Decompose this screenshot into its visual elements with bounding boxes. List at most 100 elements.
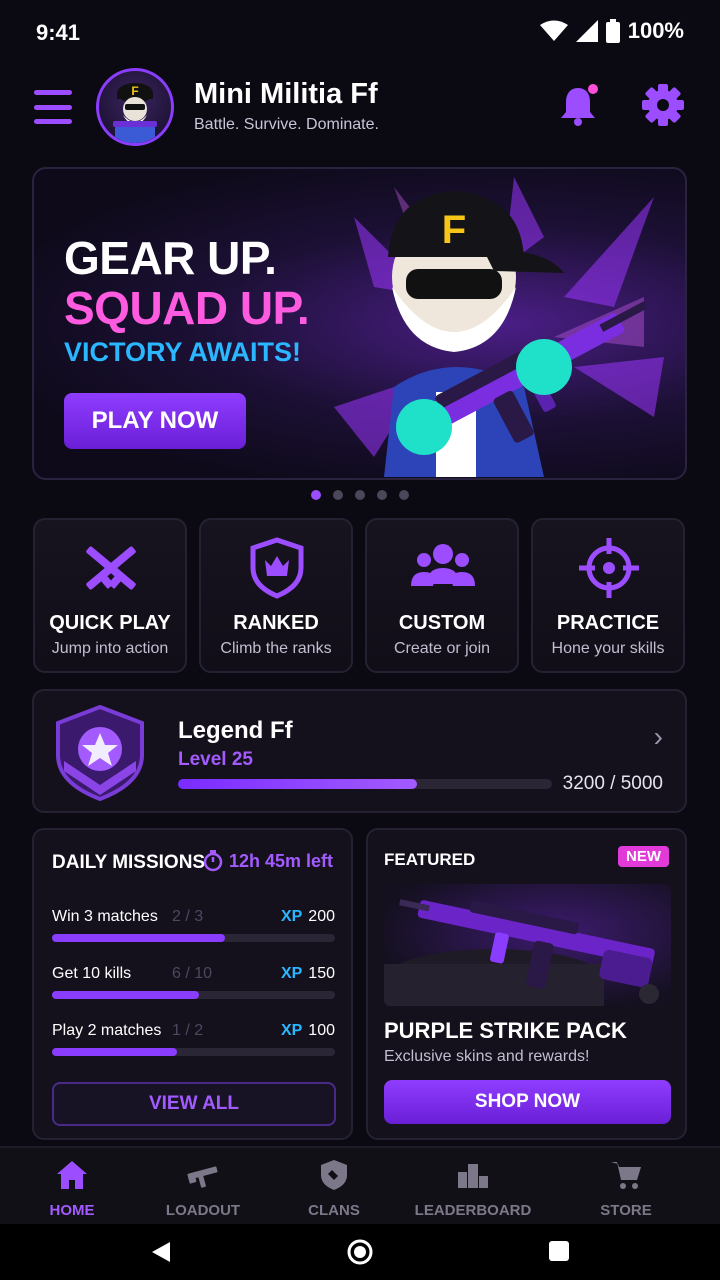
battery-level: 100%	[627, 18, 684, 43]
xp-value: 200	[308, 908, 335, 925]
status-indicators: 100%	[539, 18, 684, 44]
back-icon[interactable]	[150, 1240, 172, 1264]
svg-text:F: F	[442, 208, 466, 252]
mode-quick-play[interactable]: QUICK PLAY Jump into action	[33, 518, 187, 673]
xp-value: 100	[308, 1022, 335, 1039]
mode-title: QUICK PLAY	[49, 612, 171, 634]
rank-badge-icon	[56, 705, 144, 801]
mission-progress-fill	[52, 1048, 177, 1056]
hero-character-art: F	[334, 177, 664, 477]
home-button-icon[interactable]	[346, 1238, 374, 1266]
shop-now-button[interactable]: SHOP NOW	[384, 1080, 671, 1124]
carousel-dot[interactable]	[377, 490, 387, 500]
crosshair-icon	[579, 538, 639, 598]
nav-home[interactable]: HOME	[22, 1156, 122, 1222]
xp-value: 150	[308, 965, 335, 982]
timer-icon	[203, 850, 223, 872]
mode-subtitle: Jump into action	[51, 640, 169, 657]
hero-headline-1: GEAR UP.	[64, 232, 277, 284]
mode-ranked[interactable]: RANKED Climb the ranks	[199, 518, 353, 673]
app-title: Mini Militia Ff	[194, 78, 378, 110]
crossed-rifles-icon	[86, 546, 136, 590]
missions-timer: 12h 45m left	[203, 850, 333, 872]
player-profile-card[interactable]: Legend Ff Level 25 3200 / 5000 ›	[32, 689, 687, 813]
wifi-icon	[539, 20, 568, 41]
timer-text: 12h 45m left	[228, 850, 333, 871]
nav-leaderboard[interactable]: LEADERBOARD	[412, 1156, 534, 1222]
carousel-dot[interactable]	[355, 490, 365, 500]
hero-tagline: VICTORY AWAITS!	[64, 337, 302, 367]
rifle-pack-art	[384, 899, 659, 1006]
xp-tag: XP	[280, 908, 303, 925]
play-now-button[interactable]: PLAY NOW	[64, 393, 246, 449]
mission-progress: 2 / 3	[172, 908, 204, 925]
mission-progress-bar	[52, 1048, 335, 1056]
xp-tag: XP	[280, 1022, 303, 1039]
featured-title: PURPLE STRIKE PACK	[384, 1018, 627, 1043]
avatar-character-icon: F	[113, 83, 157, 143]
mode-subtitle: Create or join	[393, 640, 491, 657]
app-subtitle: Battle. Survive. Dominate.	[194, 116, 379, 133]
nav-label: STORE	[600, 1202, 652, 1219]
clan-shield-icon	[321, 1160, 347, 1190]
mission-item: Get 10 kills 6 / 10 XP 150	[52, 965, 335, 1015]
xp-tag: XP	[280, 965, 303, 982]
mode-custom[interactable]: CUSTOM Create or join	[365, 518, 519, 673]
carousel-dot[interactable]	[399, 490, 409, 500]
nav-label: LEADERBOARD	[414, 1202, 532, 1219]
recents-icon[interactable]	[548, 1240, 570, 1262]
mode-title: RANKED	[233, 612, 319, 634]
mode-practice[interactable]: PRACTICE Hone your skills	[531, 518, 685, 673]
carousel-dot[interactable]	[311, 490, 321, 500]
featured-description: Exclusive skins and rewards!	[384, 1048, 590, 1065]
nav-loadout[interactable]: LOADOUT	[148, 1156, 258, 1222]
rifle-icon	[187, 1166, 218, 1188]
mission-reward: XP 200	[281, 908, 335, 926]
nav-clans[interactable]: CLANS	[284, 1156, 384, 1222]
svg-text:F: F	[131, 84, 138, 98]
mission-reward: XP 150	[281, 965, 335, 983]
nav-store[interactable]: STORE	[576, 1156, 676, 1222]
hero-headline-2: SQUAD UP.	[64, 282, 310, 334]
carousel-dot[interactable]	[333, 490, 343, 500]
featured-label: FEATURED	[384, 850, 476, 869]
missions-title: DAILY MISSIONS	[52, 852, 206, 873]
mode-subtitle: Climb the ranks	[220, 640, 332, 657]
mission-progress: 1 / 2	[172, 1022, 204, 1039]
home-icon	[57, 1161, 87, 1189]
mission-item: Play 2 matches 1 / 2 XP 100	[52, 1022, 335, 1072]
mission-progress-fill	[52, 934, 225, 942]
new-badge: NEW	[618, 846, 669, 867]
mission-label: Win 3 matches	[52, 908, 158, 925]
mode-title: PRACTICE	[556, 612, 660, 634]
featured-card: FEATURED NEW PURPLE STRIKE PACK Exclusiv…	[366, 828, 687, 1140]
group-icon	[411, 544, 475, 586]
nav-label: LOADOUT	[165, 1202, 241, 1219]
mode-subtitle: Hone your skills	[551, 640, 665, 657]
bottom-navigation: HOME LOADOUT CLANS LEADERBOARD STORE	[0, 1146, 720, 1224]
app-header: F Mini Militia Ff Battle. Survive. Domin…	[0, 64, 720, 152]
cart-icon	[611, 1162, 641, 1189]
system-navigation-bar	[0, 1224, 720, 1280]
mission-label: Play 2 matches	[52, 1022, 162, 1039]
battery-icon	[605, 19, 620, 43]
mission-progress-bar	[52, 934, 335, 942]
hero-banner[interactable]: F GEAR UP. SQUAD UP. VICTORY AWAITS! PLA…	[32, 167, 687, 480]
mission-progress: 6 / 10	[172, 965, 213, 982]
gear-icon[interactable]	[640, 82, 686, 128]
xp-text: 3200 / 5000	[562, 773, 663, 794]
view-all-button[interactable]: VIEW ALL	[52, 1082, 336, 1126]
podium-icon	[458, 1164, 488, 1188]
rank-shield-icon	[250, 537, 304, 599]
mission-reward: XP 100	[281, 1022, 335, 1040]
menu-icon[interactable]	[34, 90, 72, 124]
mission-progress-bar	[52, 991, 335, 999]
featured-pack-image[interactable]	[384, 884, 671, 1006]
xp-progress-fill	[178, 779, 418, 789]
status-time: 9:41	[36, 20, 81, 45]
carousel-dots	[0, 490, 720, 500]
avatar[interactable]: F	[96, 68, 174, 146]
chevron-right-icon: ›	[653, 721, 663, 752]
mission-item: Win 3 matches 2 / 3 XP 200	[52, 908, 335, 958]
player-name: Legend Ff	[178, 717, 293, 744]
